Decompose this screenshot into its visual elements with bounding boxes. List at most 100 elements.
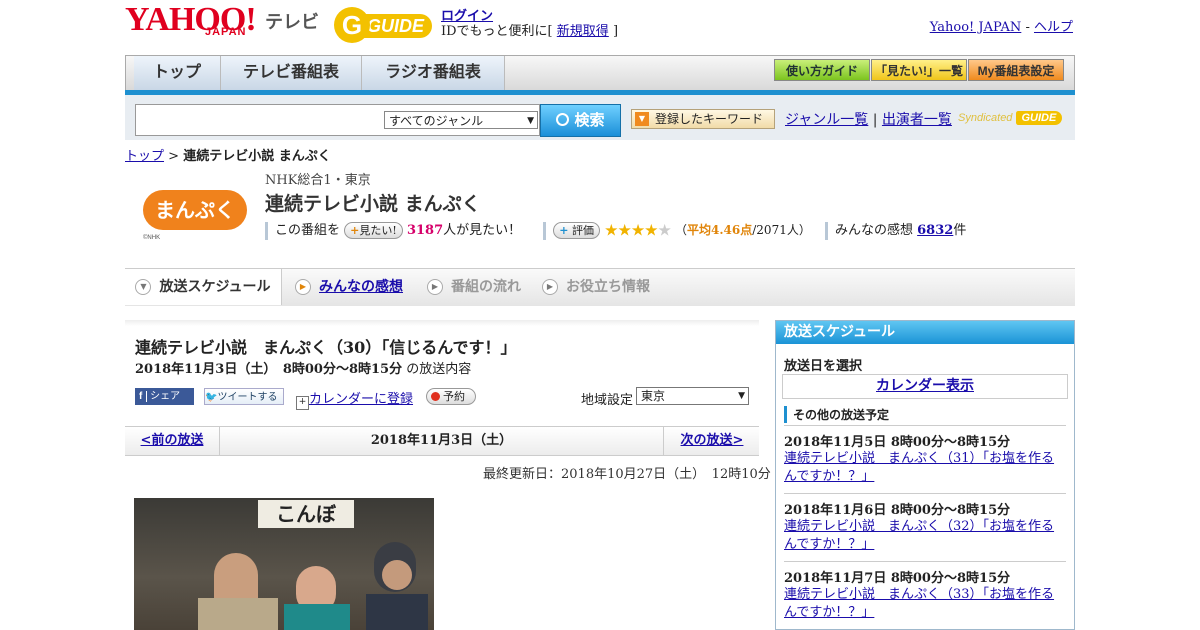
reserve-label: 予約 [443, 391, 465, 403]
calendar-display-box: カレンダー表示 [782, 374, 1068, 399]
nav-tab-radio-schedule[interactable]: ラジオ番組表 [362, 56, 505, 90]
calendar-register: + カレンダーに登録 [296, 388, 413, 410]
want-prefix: この番組を [275, 223, 341, 238]
tab-broadcast-schedule[interactable]: ▼ 放送スケジュール [125, 269, 282, 305]
stats-divider [543, 221, 547, 240]
rating-stars-icon: ★★★★★ [604, 220, 672, 240]
tab-impressions[interactable]: ▶ みんなの感想 [295, 269, 403, 305]
prev-broadcast-cell: <前の放送 [125, 427, 220, 455]
tab-program-flow: ▶ 番組の流れ [427, 269, 521, 305]
search-icon [556, 113, 570, 126]
prev-broadcast-link[interactable]: <前の放送 [141, 433, 204, 448]
chevron-right-icon: ▶ [542, 279, 558, 295]
gguide-g-icon: G [334, 7, 370, 43]
impressions-count-link[interactable]: 6832 [917, 223, 953, 238]
yahoo-japan-label: JAPAN [205, 26, 247, 38]
photo-person-right-face [382, 560, 412, 590]
gguide-logo-text: GUIDE [366, 16, 424, 36]
genre-list-link[interactable]: ジャンル一覧 [785, 112, 868, 128]
stats-divider [824, 221, 828, 240]
rate-button-label: 評価 [572, 224, 594, 237]
episode-panel-top [125, 320, 759, 326]
tab-useful-info: ▶ お役立ち情報 [542, 269, 650, 305]
reserve-button[interactable]: 予約 [426, 388, 476, 405]
search-button[interactable]: 検索 [540, 104, 621, 137]
episode-pager: <前の放送 2018年11月3日（土） 次の放送> [125, 426, 759, 456]
program-tabs: ▼ 放送スケジュール ▶ みんなの感想 ▶ 番組の流れ ▶ お役立ち情報 [125, 268, 1075, 306]
want-to-watch-button[interactable]: +見たい! [344, 222, 403, 239]
want-suffix: 人が見たい！ [443, 223, 522, 238]
plus-icon: + [350, 224, 360, 237]
tweet-button[interactable]: 🐦ツイートする [204, 388, 284, 405]
breadcrumb-current: 連続テレビ小説 まんぷく [183, 149, 331, 164]
episode-datetime: 2018年11月3日（土） 8時00分～8時15分 の放送内容 [135, 358, 471, 377]
nav-tab-tv-schedule[interactable]: テレビ番組表 [221, 56, 362, 90]
pager-date: 2018年11月3日（土） [370, 433, 513, 448]
facebook-share-label: シェア [150, 391, 181, 402]
rating-stars-filled: ★★★★ [604, 220, 658, 240]
plus-icon: + [559, 224, 569, 237]
list-item: 2018年11月7日 8時00分～8時15分 連続テレビ小説 まんぷく（33）「… [784, 567, 1066, 622]
register-link[interactable]: 新規取得 [557, 24, 609, 39]
tab-label: 放送スケジュール [159, 279, 271, 295]
chevron-right-icon: ▶ [295, 279, 311, 295]
usage-guide-button[interactable]: 使い方ガイド [774, 59, 870, 81]
program-logo-copyright: ©NHK [143, 235, 161, 241]
tab-label: みんなの感想 [319, 279, 403, 295]
syndicated-guide-logo: GUIDE [1015, 111, 1063, 125]
broadcast-date: 2018年11月7日 8時00分～8時15分 [784, 571, 1011, 586]
nav-tab-top[interactable]: トップ [134, 56, 221, 90]
breadcrumb: トップ > 連続テレビ小説 まんぷく [125, 145, 331, 164]
broadcast-link[interactable]: 連続テレビ小説 まんぷく（31）「お塩を作るんですか！？」 [784, 451, 1054, 484]
tv-label[interactable]: テレビ [265, 8, 319, 34]
photo-sign: こんぼ [258, 500, 354, 528]
breadcrumb-top-link[interactable]: トップ [125, 149, 164, 164]
photo-person-left-body [198, 598, 278, 630]
my-schedule-settings-button[interactable]: My番組表設定 [968, 59, 1064, 81]
broadcast-date: 2018年11月6日 8時00分～8時15分 [784, 503, 1011, 518]
calendar-display-link[interactable]: カレンダー表示 [876, 378, 974, 394]
twitter-bird-icon: 🐦 [205, 392, 218, 403]
calendar-plus-icon: + [296, 396, 309, 410]
last-updated: 最終更新日：2018年10月27日（土） 12時10分 [483, 467, 771, 482]
performer-list-link[interactable]: 出演者一覧 [882, 112, 952, 128]
want-to-watch-label: 見たい! [359, 224, 397, 237]
registered-keyword-label: 登録したキーワード [655, 112, 764, 126]
next-broadcast-link[interactable]: 次の放送> [681, 433, 744, 448]
syndicated-text: Syndicated [958, 112, 1013, 124]
genre-select[interactable]: すべてのジャンル ▼ [384, 111, 538, 129]
impressions-label: みんなの感想 [834, 223, 913, 238]
help-link[interactable]: ヘルプ [1034, 20, 1073, 35]
rating-stars-empty: ★ [657, 220, 672, 240]
rating-people: /2071人） [752, 223, 811, 237]
rate-button[interactable]: + 評価 [553, 222, 600, 239]
sidebar-divider [784, 561, 1066, 562]
sidebar-select-label: 放送日を選択 [784, 359, 863, 374]
impressions-suffix: 件 [953, 223, 967, 238]
photo-person-center-body [284, 604, 350, 630]
dropdown-triangle-icon: ▼ [635, 112, 649, 126]
yahoo-japan-link[interactable]: Yahoo! JAPAN [930, 20, 1022, 35]
login-line: IDでもっと便利に[ 新規取得 ] [441, 20, 618, 39]
want-list-button[interactable]: 「見たい!」一覧 [871, 59, 967, 81]
broadcast-link[interactable]: 連続テレビ小説 まんぷく（32）「お塩を作るんですか！？」 [784, 519, 1054, 552]
top-links-separator: - [1021, 20, 1034, 35]
region-label: 地域設定 [581, 393, 634, 408]
list-item: 2018年11月5日 8時00分～8時15分 連続テレビ小説 まんぷく（31）「… [784, 431, 1066, 486]
breadcrumb-separator: > [164, 149, 184, 164]
genre-select-value: すべてのジャンル [389, 114, 484, 128]
facebook-share-button[interactable]: f シェア [135, 388, 194, 405]
registered-keyword-button[interactable]: ▼ 登録したキーワード [631, 109, 775, 129]
program-title: 連続テレビ小説 まんぷく [265, 193, 481, 215]
broadcast-link[interactable]: 連続テレビ小説 まんぷく（33）「お塩を作るんですか！？」 [784, 587, 1054, 620]
broadcast-date: 2018年11月5日 8時00分～8時15分 [784, 435, 1011, 450]
region-select[interactable]: 東京 ▼ [636, 387, 749, 405]
episode-date-suffix: の放送内容 [406, 362, 472, 377]
tweet-label: ツイートする [217, 392, 278, 403]
list-item: 2018年11月6日 8時00分～8時15分 連続テレビ小説 まんぷく（32）「… [784, 499, 1066, 554]
dropdown-arrow-icon: ▼ [527, 116, 534, 126]
facebook-icon: f [135, 391, 148, 402]
stats-divider [265, 221, 268, 240]
calendar-register-link[interactable]: カレンダーに登録 [309, 392, 413, 407]
sidebar-divider [784, 493, 1066, 494]
